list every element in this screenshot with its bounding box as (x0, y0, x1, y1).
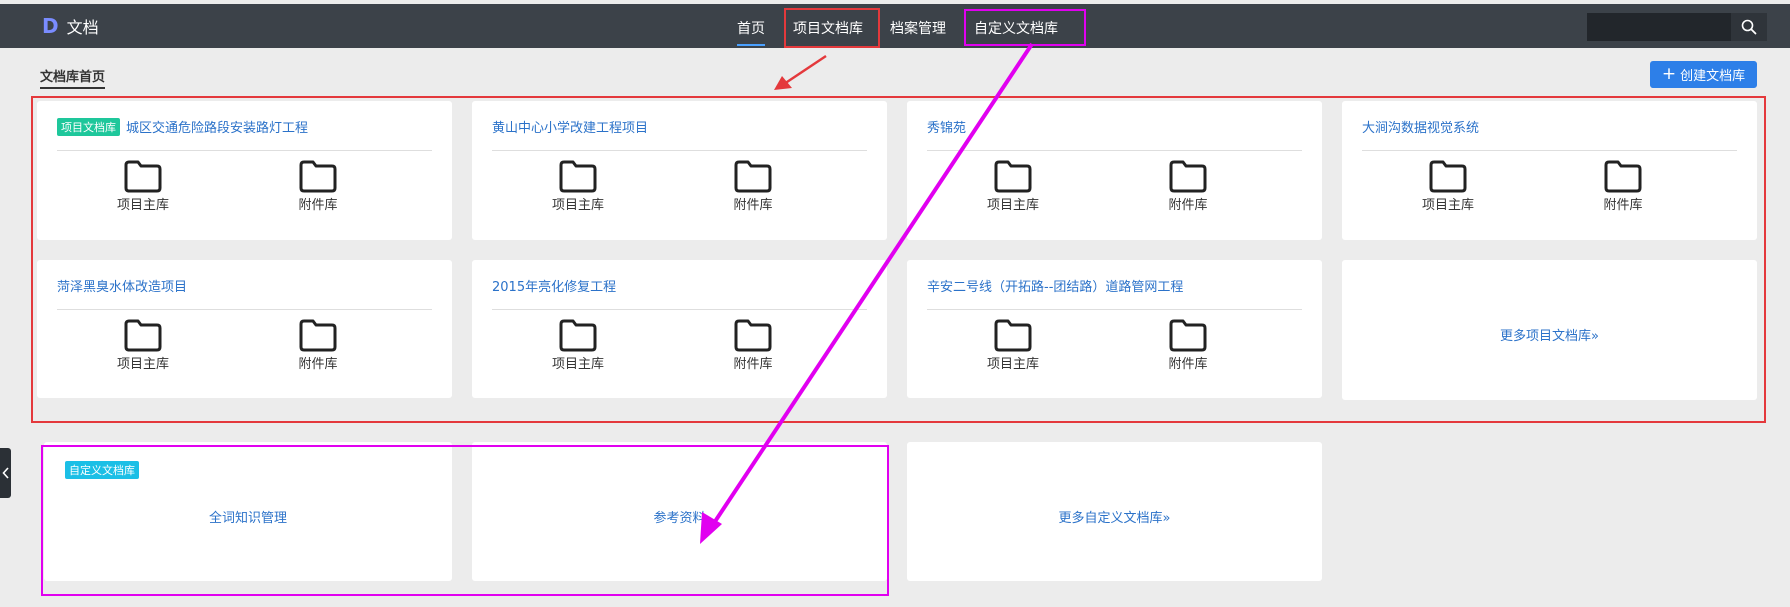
app-title: 文档 (66, 18, 99, 37)
nav-home[interactable]: 首页 (737, 18, 765, 46)
annotation-box-project-libraries (31, 96, 1766, 423)
arrow-red (783, 54, 827, 86)
logo-icon: D (42, 14, 59, 38)
more-custom-libraries-link[interactable]: 更多自定义文档库» (907, 507, 1322, 526)
top-navigation-bar: D 文档 首页 项目文档库 档案管理 自定义文档库 (0, 4, 1790, 48)
more-custom-libraries-card: 更多自定义文档库» (907, 442, 1322, 581)
annotation-box-custom-libraries (41, 445, 889, 596)
annotation-box-nav-project (784, 8, 880, 48)
arrow-red-head (774, 76, 792, 90)
nav-archive-management[interactable]: 档案管理 (890, 18, 946, 38)
search-input[interactable] (1587, 13, 1743, 41)
chevron-left-icon (1, 467, 9, 479)
sidebar-toggle[interactable] (0, 448, 11, 498)
search-icon (1741, 19, 1757, 35)
search-button[interactable] (1731, 13, 1767, 41)
plus-icon: + (1661, 64, 1677, 84)
create-library-label: 创建文档库 (1680, 69, 1746, 84)
annotation-box-nav-custom (964, 9, 1086, 46)
page-title: 文档库首页 (40, 66, 106, 89)
create-library-button[interactable]: + 创建文档库 (1650, 61, 1757, 88)
app-logo[interactable]: D 文档 (42, 14, 99, 38)
search-box (1587, 13, 1767, 41)
